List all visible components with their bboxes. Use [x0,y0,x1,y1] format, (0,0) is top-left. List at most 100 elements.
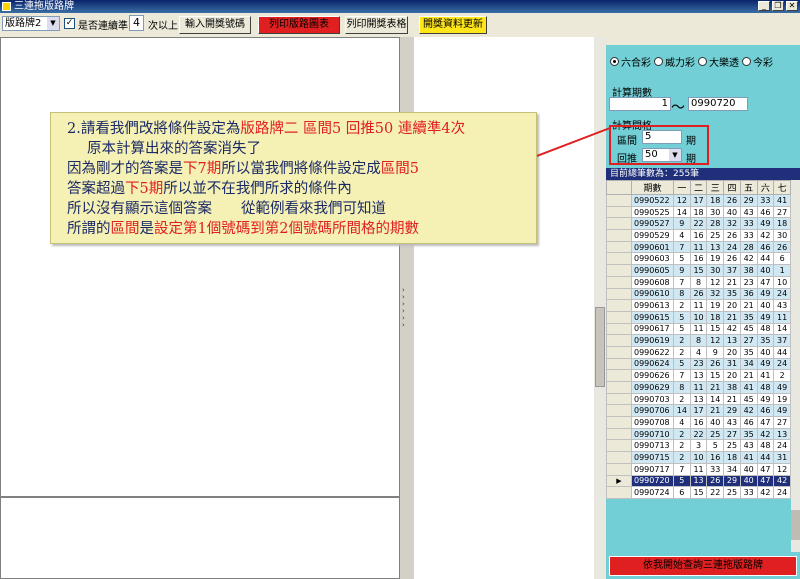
table-row[interactable]: 0990708 4 16 40 43 46 47 27 [606,416,791,429]
table-row[interactable]: 0990603 5 16 19 26 42 44 6 [606,252,791,266]
table-row[interactable]: 0990626 7 13 15 20 21 41 2 [606,369,791,382]
table-row[interactable]: 0990717 7 11 33 34 40 47 12 [606,462,791,476]
column-header[interactable]: 四 [723,180,741,195]
note-line: 因為剛才的答案是下7期所以當我們將條件設定成區間5 [67,159,536,179]
table-row[interactable]: 0990710 2 22 25 27 35 42 13 [606,427,791,441]
draw-number-cell: 29 [723,474,741,488]
row-selector[interactable] [606,381,632,394]
print-table-button[interactable]: 列印開獎表格 [345,16,408,34]
restore-icon[interactable]: ❐ [772,1,784,11]
push-select[interactable]: 50 ▼ [642,148,682,162]
draw-number-cell: 5 [706,439,725,453]
scroll-thumb[interactable] [791,510,800,540]
row-selector[interactable] [606,439,632,453]
interval-input[interactable]: 5 [642,130,682,144]
row-selector[interactable] [606,392,632,406]
table-row[interactable]: 0990629 8 11 21 38 41 48 49 [606,381,791,394]
row-selector[interactable] [606,427,632,441]
table-row[interactable]: 0990622 2 4 9 20 35 40 44 [606,345,791,359]
table-row[interactable]: 0990608 7 8 12 21 23 47 10 [606,275,791,289]
row-selector[interactable] [606,229,632,242]
table-row[interactable]: 0990703 2 13 14 21 45 49 19 [606,392,791,406]
column-header[interactable]: 期數 [631,180,674,195]
row-selector[interactable] [606,299,632,312]
table-row[interactable]: 0990529 4 16 25 26 33 42 30 [606,229,791,242]
radio-jincai[interactable]: 今彩 [742,54,773,69]
draw-number-cell: 30 [706,264,725,277]
scroll-thumb[interactable] [595,307,605,387]
table-row[interactable]: 0990619 2 8 12 13 27 35 37 [606,334,791,347]
draw-number-cell: 2 [673,345,691,359]
column-header[interactable]: 五 [739,180,758,195]
table-row[interactable]: 0990613 2 11 19 20 21 40 43 [606,299,791,312]
chevron-down-icon[interactable]: ▼ [669,149,681,161]
close-icon[interactable]: ✕ [786,1,798,11]
streak-checkbox[interactable]: ✓ [64,18,75,29]
splitter-grip-icon[interactable]: › › › › › › [402,287,405,329]
row-selector[interactable] [606,369,632,382]
print-chart-button[interactable]: 列印版路圖表 [258,16,340,34]
draw-number-cell: 42 [739,404,758,418]
table-row[interactable]: 0990605 9 15 30 37 38 40 1 [606,264,791,277]
radio-weilicai[interactable]: 威力彩 [654,54,695,69]
row-selector[interactable] [606,404,632,418]
draw-period-cell: 0990617 [631,322,674,336]
row-selector[interactable] [606,194,632,207]
row-selector[interactable] [606,205,632,219]
period-to-input[interactable]: 0990720 [688,97,748,111]
mode-select[interactable]: 版路牌2 ▼ [2,16,60,31]
streak-input[interactable]: 4 [129,15,144,31]
table-row[interactable]: 0990610 8 26 32 35 36 49 24 [606,287,791,301]
radio-liuhecai[interactable]: 六合彩 [610,54,651,69]
radio-daletou[interactable]: 大樂透 [698,54,739,69]
column-header[interactable]: 七 [773,180,791,195]
table-row[interactable]: 0990706 14 17 21 29 42 46 49 [606,404,791,418]
row-selector[interactable] [606,275,632,289]
row-selector[interactable] [606,416,632,429]
period-from-input[interactable]: 1 [609,97,671,111]
row-selector[interactable] [606,287,632,301]
table-row[interactable]: 0990525 14 18 30 40 43 46 27 [606,205,791,219]
table-row[interactable]: 0990522 12 17 18 26 29 33 41 [606,194,791,207]
draw-number-cell: 20 [723,369,741,382]
column-header[interactable]: 三 [706,180,725,195]
start-query-button[interactable]: 依我開始查詢三連拖版路牌 [609,556,797,576]
draw-number-cell: 34 [723,462,741,476]
table-scrollbar[interactable] [791,180,800,552]
note-line: 答案超過下5期所以並不在我們所求的條件內 [67,179,536,199]
input-numbers-button[interactable]: 輸入開獎號碼 [179,16,251,34]
column-header[interactable]: 一 [673,180,691,195]
row-selector[interactable] [606,310,632,324]
row-selector[interactable] [606,217,632,231]
table-row[interactable]: 0990615 5 10 18 21 35 49 11 [606,310,791,324]
table-row[interactable]: ▶ 0990720 5 13 26 29 40 47 42 [606,474,791,488]
row-selector[interactable] [606,240,632,254]
row-selector[interactable] [606,334,632,347]
row-selector[interactable]: ▶ [606,474,632,488]
column-header[interactable]: 二 [689,180,708,195]
draw-number-cell: 1 [773,264,791,277]
row-selector[interactable] [606,486,632,499]
row-selector[interactable] [606,462,632,476]
row-selector[interactable] [606,252,632,266]
row-selector[interactable] [606,451,632,464]
table-row[interactable]: 0990617 5 11 15 42 45 48 14 [606,322,791,336]
column-header[interactable]: 六 [756,180,775,195]
table-row[interactable]: 0990624 5 23 26 31 34 49 24 [606,357,791,371]
row-selector[interactable] [606,322,632,336]
chevron-down-icon[interactable]: ▼ [47,17,59,30]
table-row[interactable]: 0990601 7 11 13 24 28 46 26 [606,240,791,254]
minimize-icon[interactable]: _ [758,1,770,11]
table-row[interactable]: 0990715 2 10 16 18 41 44 31 [606,451,791,464]
row-selector[interactable] [606,264,632,277]
draw-number-cell: 27 [739,334,758,347]
push-select-value: 50 [645,149,658,160]
push-label: 回推 [617,154,637,165]
preview-scrollbar[interactable] [594,37,606,579]
row-selector[interactable] [606,345,632,359]
table-row[interactable]: 0990724 6 15 22 25 33 42 24 [606,486,791,499]
table-row[interactable]: 0990527 9 22 28 32 33 49 18 [606,217,791,231]
update-data-button[interactable]: 開獎資料更新 [419,16,487,34]
table-row[interactable]: 0990713 2 3 5 25 43 48 24 [606,439,791,453]
row-selector[interactable] [606,357,632,371]
